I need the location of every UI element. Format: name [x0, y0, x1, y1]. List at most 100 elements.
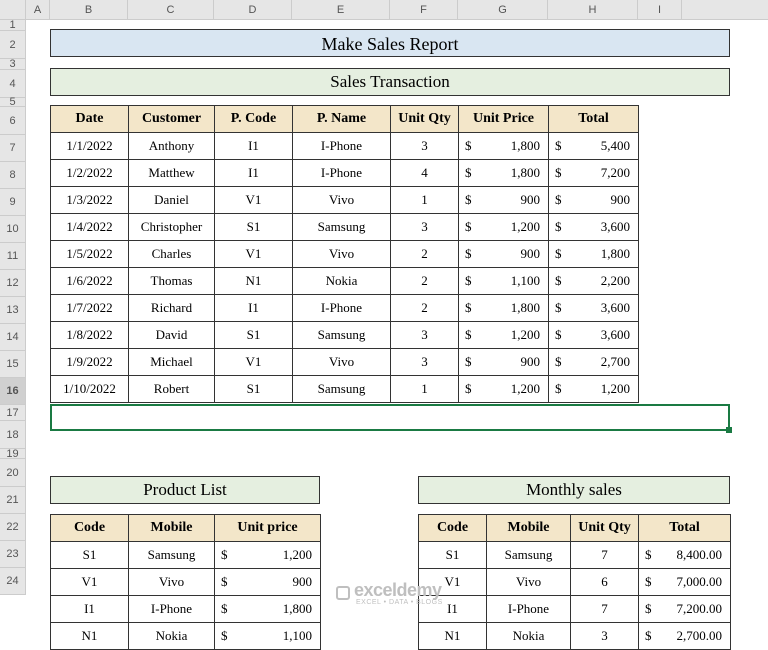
product-header-cell[interactable]: Code — [51, 515, 129, 542]
cell[interactable]: V1 — [419, 569, 487, 596]
row-header-2[interactable]: 2 — [0, 31, 26, 59]
cell[interactable]: V1 — [51, 569, 129, 596]
cell[interactable]: Matthew — [129, 160, 215, 187]
sales-header-cell[interactable]: Date — [51, 106, 129, 133]
table-row[interactable]: V1Vivo6$7,000.00 — [419, 569, 731, 596]
row-header-17[interactable]: 17 — [0, 405, 26, 421]
cell[interactable]: V1 — [215, 349, 293, 376]
col-header-G[interactable]: G — [458, 0, 548, 19]
cell[interactable]: Nokia — [293, 268, 391, 295]
row-header-18[interactable]: 18 — [0, 421, 26, 449]
cell[interactable]: 4 — [391, 160, 459, 187]
table-row[interactable]: I1I-Phone$1,800 — [51, 596, 321, 623]
monthly-header-cell[interactable]: Mobile — [487, 515, 571, 542]
cell[interactable]: 1 — [391, 187, 459, 214]
cell-money[interactable]: $900 — [459, 349, 549, 376]
fill-handle-icon[interactable] — [726, 427, 732, 433]
cell[interactable]: Vivo — [293, 349, 391, 376]
cell-money[interactable]: $1,800 — [459, 160, 549, 187]
cell[interactable]: 3 — [391, 349, 459, 376]
table-row[interactable]: S1Samsung$1,200 — [51, 542, 321, 569]
cell[interactable]: I-Phone — [129, 596, 215, 623]
cell[interactable]: I1 — [215, 295, 293, 322]
cell[interactable]: Samsung — [293, 322, 391, 349]
sales-header-cell[interactable]: Customer — [129, 106, 215, 133]
cell[interactable]: Nokia — [487, 623, 571, 650]
cell-money[interactable]: $1,200 — [549, 376, 639, 403]
col-header-D[interactable]: D — [214, 0, 292, 19]
row-header-22[interactable]: 22 — [0, 514, 26, 541]
row-header-15[interactable]: 15 — [0, 351, 26, 378]
cell[interactable]: 3 — [571, 623, 639, 650]
cell[interactable]: N1 — [51, 623, 129, 650]
table-row[interactable]: 1/4/2022ChristopherS1Samsung3$1,200$3,60… — [51, 214, 639, 241]
cell[interactable]: Samsung — [293, 376, 391, 403]
sales-header-cell[interactable]: Unit Qty — [391, 106, 459, 133]
cell-money[interactable]: $3,600 — [549, 322, 639, 349]
cell[interactable]: 2 — [391, 295, 459, 322]
cell[interactable]: 1/6/2022 — [51, 268, 129, 295]
cell[interactable]: Samsung — [293, 214, 391, 241]
table-row[interactable]: V1Vivo$900 — [51, 569, 321, 596]
cell[interactable]: 1/4/2022 — [51, 214, 129, 241]
cell[interactable]: S1 — [419, 542, 487, 569]
cell[interactable]: 2 — [391, 241, 459, 268]
cell-money[interactable]: $8,400.00 — [639, 542, 731, 569]
cell-money[interactable]: $5,400 — [549, 133, 639, 160]
row-header-6[interactable]: 6 — [0, 107, 26, 135]
monthly-header-cell[interactable]: Total — [639, 515, 731, 542]
table-row[interactable]: 1/6/2022ThomasN1Nokia2$1,100$2,200 — [51, 268, 639, 295]
cell[interactable]: 3 — [391, 214, 459, 241]
monthly-header-cell[interactable]: Unit Qty — [571, 515, 639, 542]
cell-money[interactable]: $1,200 — [215, 542, 321, 569]
cell[interactable]: Vivo — [293, 241, 391, 268]
row-header-23[interactable]: 23 — [0, 541, 26, 568]
cell[interactable]: 3 — [391, 322, 459, 349]
cell[interactable]: Charles — [129, 241, 215, 268]
cell-money[interactable]: $900 — [549, 187, 639, 214]
row-header-7[interactable]: 7 — [0, 135, 26, 162]
row-header-3[interactable]: 3 — [0, 59, 26, 70]
row-header-21[interactable]: 21 — [0, 487, 26, 514]
cell[interactable]: I1 — [215, 160, 293, 187]
cell[interactable]: Anthony — [129, 133, 215, 160]
cell-money[interactable]: $1,100 — [459, 268, 549, 295]
cell[interactable]: N1 — [215, 268, 293, 295]
cell-money[interactable]: $1,200 — [459, 214, 549, 241]
col-header-A[interactable]: A — [26, 0, 50, 19]
table-row[interactable]: N1Nokia3$2,700.00 — [419, 623, 731, 650]
cell[interactable]: Richard — [129, 295, 215, 322]
cell[interactable]: 1/1/2022 — [51, 133, 129, 160]
row-header-4[interactable]: 4 — [0, 70, 26, 98]
row-header-20[interactable]: 20 — [0, 459, 26, 487]
sales-header-cell[interactable]: P. Name — [293, 106, 391, 133]
cell[interactable]: 1/9/2022 — [51, 349, 129, 376]
col-header-E[interactable]: E — [292, 0, 390, 19]
cell-money[interactable]: $1,800 — [215, 596, 321, 623]
cell[interactable]: I-Phone — [293, 133, 391, 160]
cell[interactable]: 7 — [571, 596, 639, 623]
col-header-corner[interactable] — [0, 0, 26, 19]
cell[interactable]: I-Phone — [487, 596, 571, 623]
table-row[interactable]: 1/8/2022DavidS1Samsung3$1,200$3,600 — [51, 322, 639, 349]
cell-money[interactable]: $900 — [459, 187, 549, 214]
cell[interactable]: S1 — [215, 322, 293, 349]
col-header-H[interactable]: H — [548, 0, 638, 19]
cell[interactable]: 1 — [391, 376, 459, 403]
cell-money[interactable]: $1,200 — [459, 322, 549, 349]
cell[interactable]: 1/10/2022 — [51, 376, 129, 403]
sales-header-cell[interactable]: P. Code — [215, 106, 293, 133]
row-header-8[interactable]: 8 — [0, 162, 26, 189]
row-header-14[interactable]: 14 — [0, 324, 26, 351]
cell[interactable]: 6 — [571, 569, 639, 596]
row-header-1[interactable]: 1 — [0, 20, 26, 31]
cell-money[interactable]: $1,800 — [549, 241, 639, 268]
cell[interactable]: Daniel — [129, 187, 215, 214]
cell[interactable]: I-Phone — [293, 160, 391, 187]
cell[interactable]: Vivo — [487, 569, 571, 596]
row-header-19[interactable]: 19 — [0, 449, 26, 459]
table-row[interactable]: 1/10/2022RobertS1Samsung1$1,200$1,200 — [51, 376, 639, 403]
table-row[interactable]: 1/7/2022RichardI1I-Phone2$1,800$3,600 — [51, 295, 639, 322]
table-row[interactable]: 1/1/2022AnthonyI1I-Phone3$1,800$5,400 — [51, 133, 639, 160]
col-header-F[interactable]: F — [390, 0, 458, 19]
